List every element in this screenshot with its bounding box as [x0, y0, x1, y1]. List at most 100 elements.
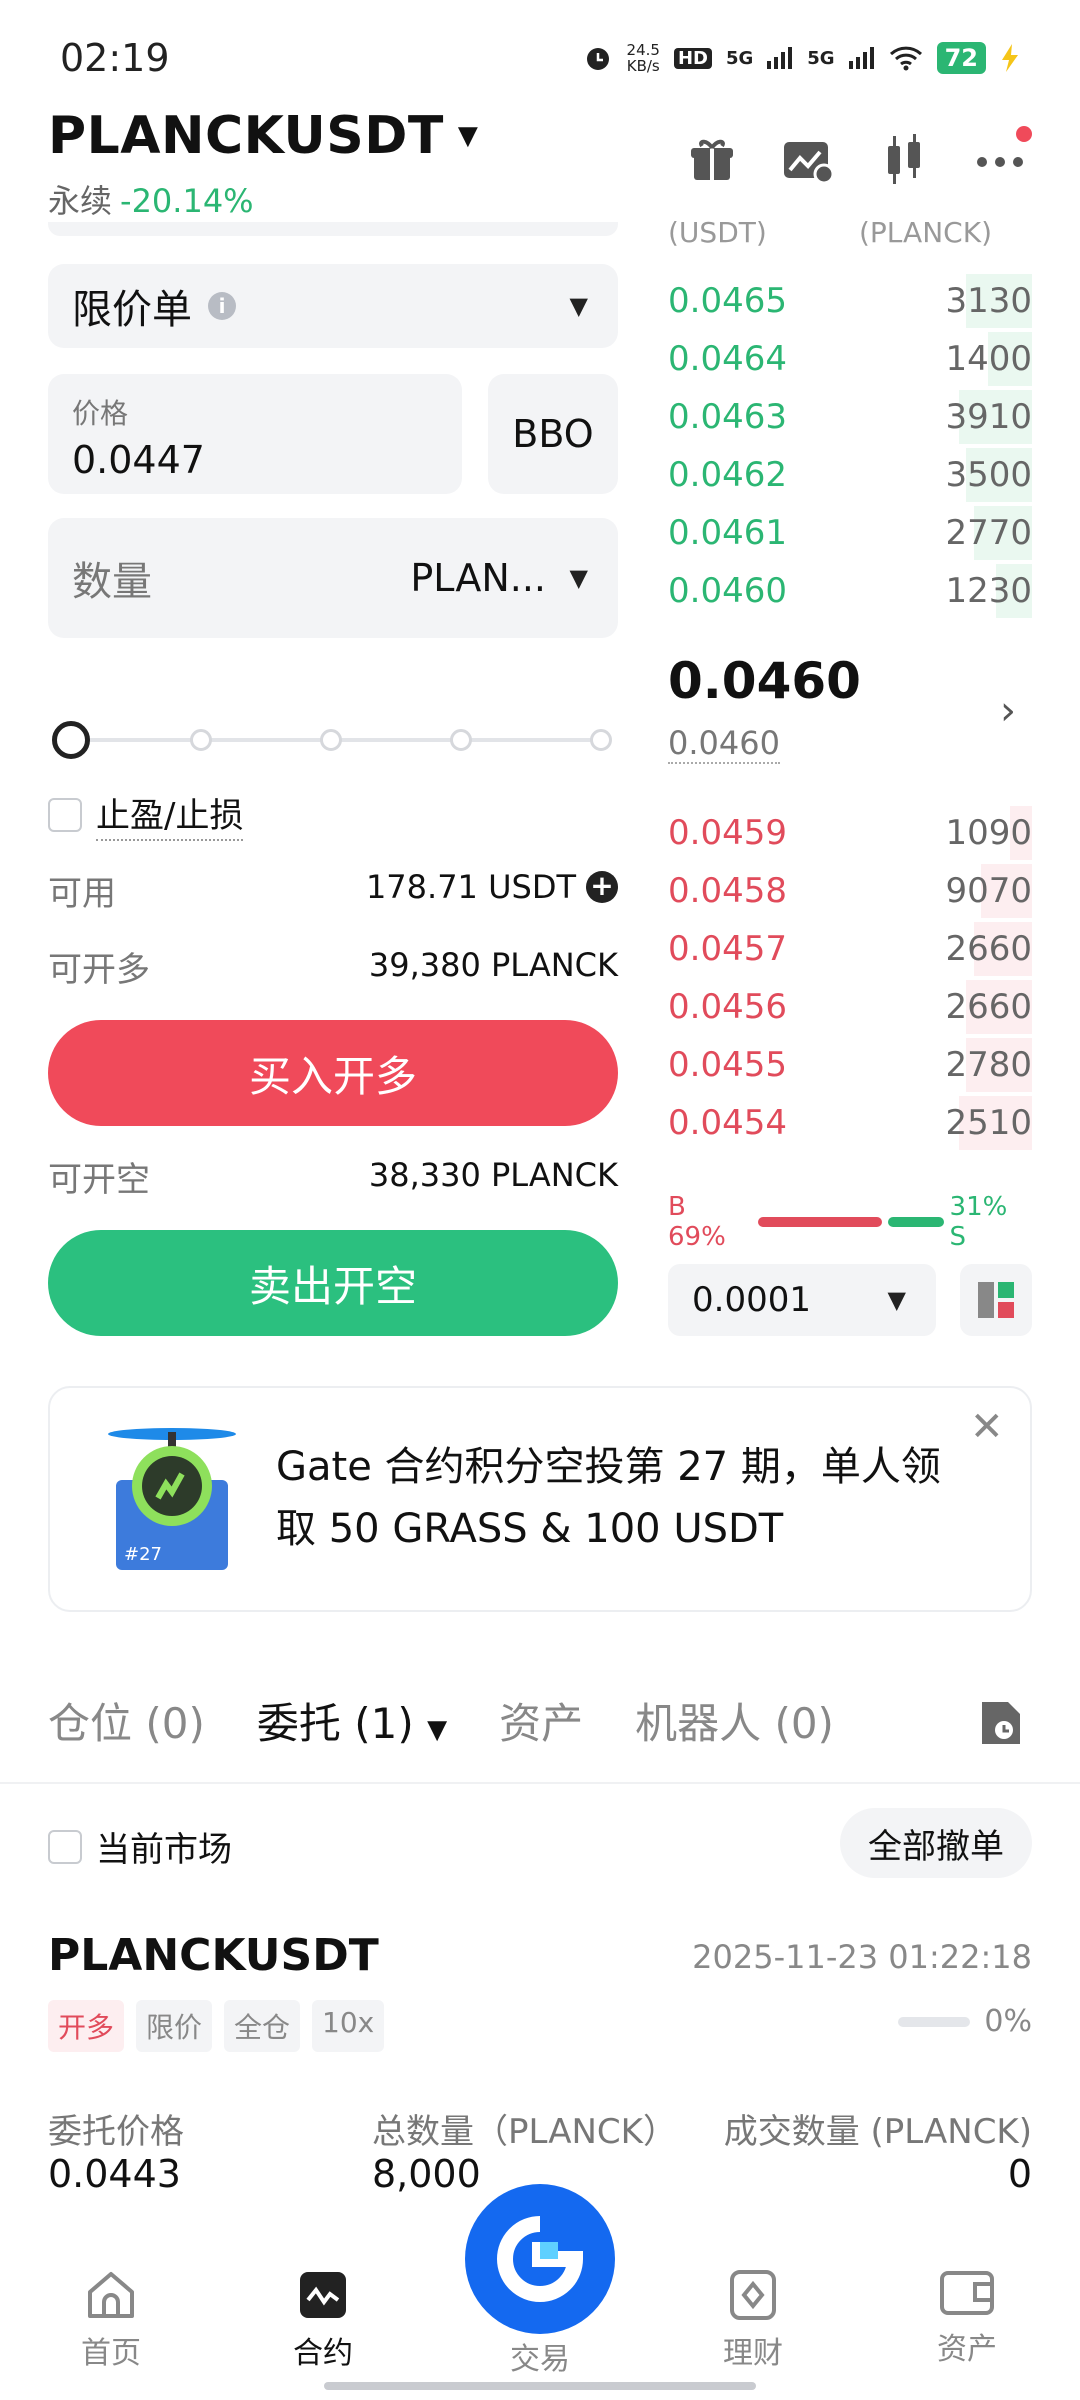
ask-row[interactable]: 0.0462 3500	[668, 446, 1032, 504]
tag-side: 开多	[48, 2000, 125, 2052]
sell-ratio-label: 31% S	[949, 1192, 1008, 1252]
last-price[interactable]: 0.0460	[668, 652, 861, 710]
quantity-input[interactable]: 数量 PLAN... ▼	[48, 518, 618, 638]
bid-row[interactable]: 0.0459 1090	[668, 804, 1032, 862]
divider	[0, 1782, 1080, 1784]
caret-down-icon: ▼	[569, 564, 588, 592]
sell-ratio-bar	[887, 1217, 944, 1227]
tab-assets[interactable]: 资产	[499, 1690, 583, 1751]
available-value: 178.71 USDT	[365, 868, 576, 906]
current-market-checkbox[interactable]	[48, 1829, 82, 1864]
charging-icon	[1002, 44, 1018, 72]
promo-text: Gate 合约积分空投第 27 期，单人领取 50 GRASS & 100 US…	[276, 1444, 941, 1552]
ask-amount: 1400	[945, 339, 1032, 379]
open-short-label: 可开空	[48, 1160, 150, 1200]
tab-orders[interactable]: 委托 (1) ▼	[257, 1690, 447, 1751]
info-icon[interactable]: i	[208, 292, 236, 320]
slider-node-25[interactable]	[190, 729, 212, 751]
mark-price[interactable]: 0.0460	[668, 724, 780, 764]
nav-contract[interactable]: 合约	[248, 2270, 398, 2372]
tab-positions[interactable]: 仓位 (0)	[48, 1690, 205, 1751]
symbol-subtitle: 永续 -20.14%	[48, 176, 254, 222]
wifi-icon	[889, 46, 922, 71]
bid-price: 0.0458	[668, 871, 787, 911]
slider-node-50[interactable]	[320, 729, 342, 751]
scroll-fade	[48, 222, 618, 236]
buy-ratio-label: B 69%	[668, 1192, 726, 1252]
contract-icon	[300, 2272, 346, 2318]
candlestick-icon[interactable]	[874, 130, 934, 190]
caret-down-icon: ▼	[457, 121, 479, 151]
bid-row[interactable]: 0.0455 2780	[668, 1036, 1032, 1094]
bid-amount: 2660	[945, 929, 1032, 969]
nav-trade-button[interactable]	[465, 2184, 615, 2334]
bbo-button[interactable]: BBO	[488, 374, 618, 494]
order-tags: 开多 限价 全仓 10x	[48, 2000, 385, 2052]
fill-progress: 0%	[898, 2004, 1032, 2039]
nav-home-label: 首页	[81, 2336, 141, 2371]
signal-5g-1: 5G	[725, 47, 754, 69]
symbol-title: PLANCKUSDT	[48, 106, 444, 166]
home-indicator[interactable]	[324, 2382, 756, 2390]
ask-row[interactable]: 0.0463 3910	[668, 388, 1032, 446]
ask-row[interactable]: 0.0464 1400	[668, 330, 1032, 388]
gift-icon[interactable]	[682, 130, 742, 190]
slider-node-75[interactable]	[450, 729, 472, 751]
nav-assets[interactable]: 资产	[892, 2270, 1042, 2368]
slider-node-100[interactable]	[590, 729, 612, 751]
nav-trade-label-wrap[interactable]: 交易	[465, 2334, 615, 2378]
notification-dot	[1016, 126, 1032, 142]
orderbook-layout-icon[interactable]	[960, 1264, 1032, 1336]
current-market-filter[interactable]: 当前市场	[48, 1822, 232, 1871]
bid-row[interactable]: 0.0454 2510	[668, 1094, 1032, 1152]
close-icon[interactable]: ✕	[970, 1404, 1004, 1450]
precision-value: 0.0001	[692, 1280, 811, 1320]
caret-down-icon: ▼	[569, 292, 588, 320]
tpsl-toggle[interactable]: 止盈/止损	[48, 788, 244, 841]
ask-price: 0.0464	[668, 339, 787, 379]
order-filled-value: 0	[1007, 2152, 1032, 2196]
nav-finance[interactable]: 理财	[678, 2270, 828, 2372]
plus-icon[interactable]: +	[586, 871, 618, 903]
home-icon	[88, 2272, 134, 2318]
buy-ratio-bar	[757, 1217, 882, 1227]
order-type-select[interactable]: 限价单 i ▼	[48, 264, 618, 348]
bid-amount: 1090	[945, 813, 1032, 853]
ask-row[interactable]: 0.0465 3130	[668, 272, 1032, 330]
tag-leverage: 10x	[312, 2000, 385, 2052]
ask-row[interactable]: 0.0461 2770	[668, 504, 1032, 562]
more-icon[interactable]	[970, 126, 1032, 190]
symbol-selector[interactable]: PLANCKUSDT ▼	[48, 106, 478, 166]
cancel-all-button[interactable]: 全部撤单	[840, 1808, 1032, 1878]
slider-handle[interactable]	[52, 721, 90, 759]
orderbook-price-head: (USDT)	[668, 216, 767, 249]
bid-price: 0.0457	[668, 929, 787, 969]
precision-select[interactable]: 0.0001 ▼	[668, 1264, 936, 1336]
ask-amount: 2770	[945, 513, 1032, 553]
bid-amount: 2510	[945, 1103, 1032, 1143]
tpsl-checkbox[interactable]	[48, 797, 82, 832]
buy-long-button[interactable]: 买入开多	[48, 1020, 618, 1126]
orderbook-amount-head: (PLANCK)	[859, 216, 992, 249]
ask-price: 0.0461	[668, 513, 787, 553]
bid-price: 0.0456	[668, 987, 787, 1027]
order-history-icon[interactable]	[978, 1698, 1024, 1748]
quantity-unit-select[interactable]: PLAN...	[410, 556, 546, 600]
available-label: 可用	[48, 874, 116, 914]
sell-short-button[interactable]: 卖出开空	[48, 1230, 618, 1336]
bid-row[interactable]: 0.0458 9070	[668, 862, 1032, 920]
price-input[interactable]: 价格 0.0447	[48, 374, 462, 494]
bid-row[interactable]: 0.0456 2660	[668, 978, 1032, 1036]
bid-row[interactable]: 0.0457 2660	[668, 920, 1032, 978]
quantity-placeholder: 数量	[72, 559, 152, 605]
change-percent: -20.14%	[120, 182, 254, 220]
price-value[interactable]: 0.0447	[72, 438, 438, 482]
chart-icon[interactable]	[778, 130, 838, 190]
tab-bots[interactable]: 机器人 (0)	[635, 1690, 834, 1751]
nav-home[interactable]: 首页	[36, 2270, 186, 2372]
status-time: 02:19	[60, 36, 170, 80]
ask-amount: 3130	[945, 281, 1032, 321]
ask-row[interactable]: 0.0460 1230	[668, 562, 1032, 620]
buy-sell-ratio: B 69% 31% S	[668, 1192, 1032, 1252]
chevron-right-icon[interactable]: ›	[1000, 688, 1016, 734]
